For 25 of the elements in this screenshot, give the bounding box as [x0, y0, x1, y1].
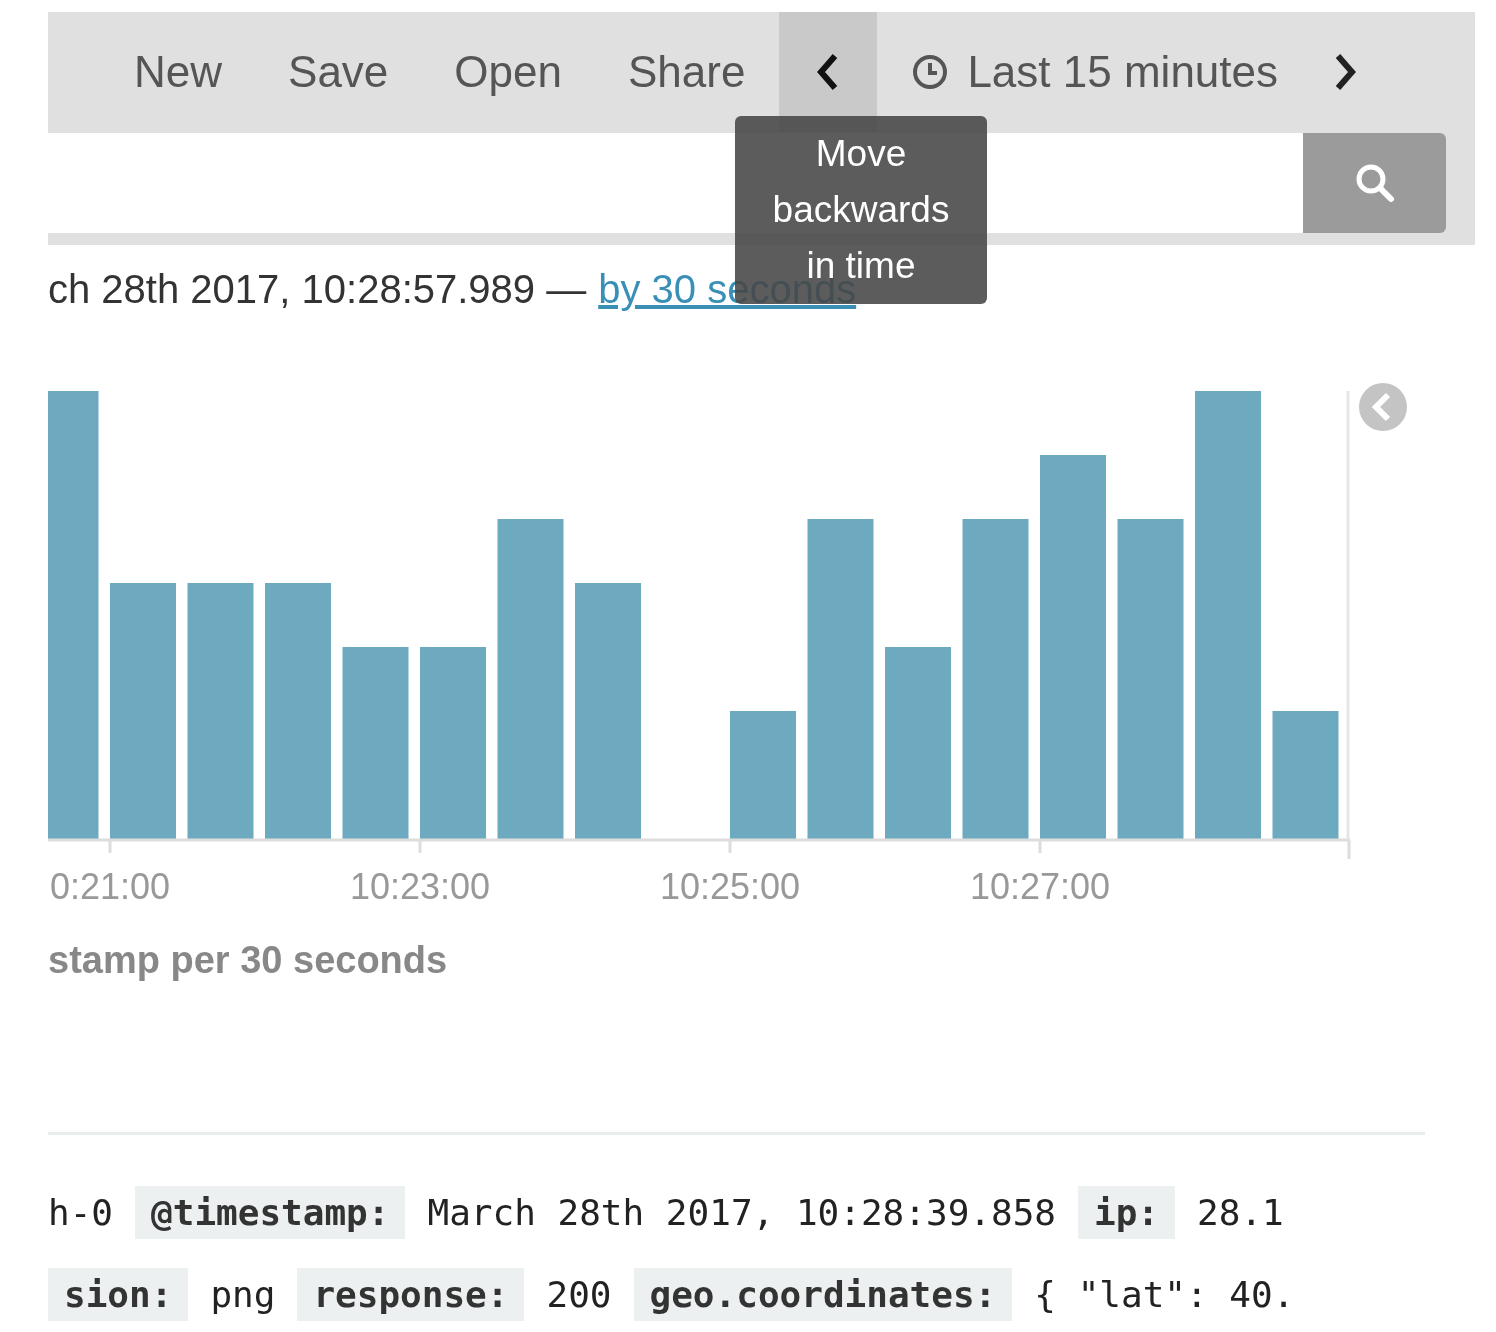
time-range-text: ch 28th 2017, 10:28:57.989 — [48, 267, 587, 312]
search-button[interactable] [1303, 133, 1446, 233]
field-name: @timestamp: [135, 1185, 406, 1239]
field-name: ip: [1078, 1185, 1176, 1239]
collapse-icon [1359, 383, 1407, 431]
field-value: { "lat": 40. [1034, 1273, 1295, 1315]
menu-item[interactable]: Open [454, 47, 562, 97]
field-name: geo.coordinates: [633, 1267, 1013, 1321]
tick-label: 0:21:00 [50, 866, 171, 899]
field-value: 28.1 [1197, 1191, 1284, 1233]
menu-item[interactable]: Share [627, 47, 746, 97]
field-value: 200 [546, 1273, 612, 1315]
menu-item[interactable]: Save [288, 47, 389, 97]
field-name: response: [297, 1267, 525, 1321]
field-name: sion: [48, 1267, 189, 1321]
clock-icon [911, 53, 950, 91]
tick-label: 10:27:00 [969, 866, 1111, 899]
field-value: png [210, 1273, 276, 1315]
tick-label: 10:25:00 [659, 866, 801, 899]
tick-label: 10:23:00 [349, 866, 491, 899]
time-range-link[interactable]: Last 15 minutes [967, 47, 1278, 97]
field-value: March 28th 2017, 10:28:39.858 [427, 1191, 1056, 1233]
axis-title: stamp per 30 seconds [48, 939, 449, 982]
menu-item[interactable]: New [134, 47, 223, 97]
field-value: h-0 [48, 1191, 114, 1233]
